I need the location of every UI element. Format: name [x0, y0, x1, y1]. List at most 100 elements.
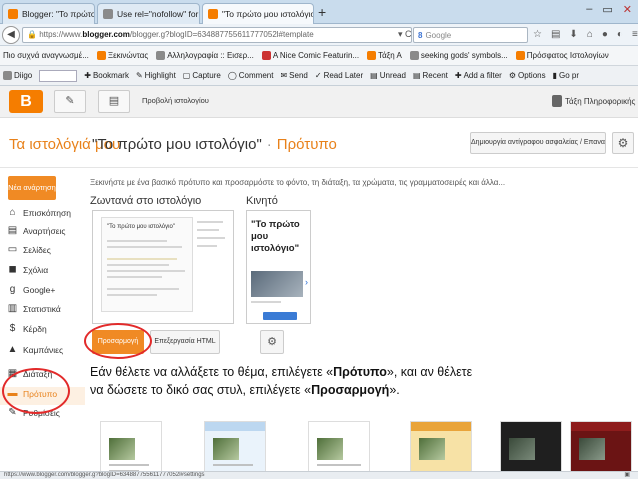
minimize-icon[interactable]: – — [586, 3, 592, 16]
diigo-button[interactable]: Diigo — [3, 71, 32, 80]
recent-button[interactable]: ▤ Recent — [413, 71, 448, 80]
read-later-button[interactable]: ✓ Read Later — [315, 71, 363, 80]
search-box[interactable]: 8 Google — [413, 27, 528, 43]
highlight-button[interactable]: ✎ Highlight — [136, 71, 176, 80]
comic-favicon-icon — [261, 51, 271, 60]
document-icon: ▤ — [108, 95, 120, 107]
back-button[interactable]: ◀ — [2, 26, 20, 44]
pencil-icon: ✎ — [65, 95, 75, 107]
options-button[interactable]: ⚙ Options — [509, 71, 546, 80]
title-separator: · — [266, 136, 272, 153]
send-icon: ✉ — [280, 71, 288, 80]
bookmark-button[interactable]: ✚ Bookmark — [84, 71, 129, 80]
reload-icon[interactable]: ▾ C — [398, 29, 412, 40]
tab-template[interactable]: "Το πρώτο μου ιστολόγιο" × — [202, 3, 314, 24]
unread-button[interactable]: ▤ Unread — [370, 71, 406, 80]
options-icon: ⚙ — [508, 71, 517, 80]
tab-blogger[interactable]: Blogger: "Το πρώτο μου ι... × — [2, 3, 95, 24]
blogger-app-bar: B ✎ ▤ Προβολή ιστολογίου Τάξη Πληροφορικ… — [0, 86, 638, 118]
mobile-preview-title: "Το πρώτο μου ιστολόγιο" — [251, 219, 300, 254]
sidebar-item-google-plus[interactable]: g Google+ — [7, 284, 56, 295]
unread-icon: ▤ — [370, 71, 378, 80]
comment-icon: ◯ — [227, 71, 237, 80]
add-filter-button[interactable]: ✚ Add a filter — [455, 71, 502, 80]
sidebar-item-stats[interactable]: ▥ Στατιστικά — [7, 303, 61, 314]
highlight-circle-template — [2, 368, 70, 414]
highlighter-icon: ✎ — [135, 71, 143, 80]
clipboard-icon[interactable]: ▤ — [551, 29, 560, 40]
bookmark-item[interactable]: Αλληλογραφία :: Εισερ... — [156, 51, 254, 60]
addon-icon[interactable]: ● — [602, 29, 608, 40]
new-post-button[interactable]: Νέα ανάρτηση — [8, 176, 56, 200]
edit-html-button[interactable]: Επεξεργασία HTML — [150, 330, 220, 354]
status-bar: https://www.blogger.com/blogger.g?blogID… — [0, 471, 638, 479]
close-window-icon[interactable]: ✕ — [623, 3, 632, 16]
page-header: Τα ιστολόγιά μου "Το πρώτο μου ιστολόγιο… — [0, 118, 638, 168]
mobile-settings-button[interactable]: ⚙ — [260, 330, 284, 354]
go-pro-button[interactable]: ▮ Go pr — [553, 71, 579, 80]
url-path: /blogger.g?blogID=634887755611777052l#te… — [129, 30, 314, 39]
bookmark-item[interactable]: Πρόσφατος Ιστολογίων — [515, 51, 609, 60]
tab-label: Blogger: "Το πρώτο μου ι... — [22, 9, 95, 19]
settings-gear-button[interactable]: ⚙ — [612, 132, 634, 154]
sidebar-item-comments[interactable]: ◼ Σχόλια — [7, 264, 48, 275]
bookmark-item[interactable]: A Nice Comic Featurin... — [261, 51, 359, 60]
live-blog-heading: Ζωντανά στο ιστολόγιο — [90, 195, 202, 207]
comment-button[interactable]: ◯ Comment — [228, 71, 274, 80]
home-icon: ⌂ — [9, 207, 16, 218]
instruction-caption: Εάν θέλετε να αλλάξετε το θέμα, επιλέγετ… — [90, 362, 485, 401]
status-url: https://www.blogger.com/blogger.g?blogID… — [4, 472, 205, 478]
bookmark-item[interactable]: seeking gods' symbols... — [409, 51, 508, 60]
sidebar-item-overview[interactable]: ⌂ Επισκόπηση — [7, 207, 71, 218]
download-icon[interactable]: ⬇ — [569, 29, 577, 40]
capture-icon: ▢ — [182, 71, 191, 80]
read-later-icon: ✓ — [314, 71, 322, 80]
address-bar[interactable]: 🔒 https://www.blogger.com/blogger.g?blog… — [22, 27, 412, 43]
menu-icon[interactable]: ≡ — [632, 29, 638, 40]
browser-tab-strip: Blogger: "Το πρώτο μου ι... × Use rel="n… — [0, 0, 638, 24]
new-tab-button[interactable]: + — [318, 4, 326, 20]
view-blog-button[interactable]: Προβολή ιστολογίου — [142, 96, 209, 105]
account-menu[interactable]: Τάξη Πληροφορικής — [552, 95, 635, 107]
sidebar-item-campaigns[interactable]: ▲ Καμπάνιες — [7, 344, 64, 355]
sidebar-item-pages[interactable]: ▭ Σελίδες — [7, 244, 51, 255]
pages-icon: ▭ — [7, 244, 18, 255]
sidebar-item-earnings[interactable]: $ Κέρδη — [7, 323, 47, 334]
bookmark-icon: ✚ — [84, 71, 91, 80]
blogger-logo-icon[interactable]: B — [9, 90, 43, 113]
blogger-favicon-icon — [367, 51, 377, 60]
sidebar: Νέα ανάρτηση ⌂ Επισκόπηση ▤ Αναρτήσεις ▭ Σε… — [0, 168, 85, 479]
maximize-icon[interactable]: ▭ — [602, 3, 612, 16]
live-template-preview[interactable]: "Το πρώτο μου ιστολόγιο" — [92, 210, 234, 324]
new-post-tool-button[interactable]: ✎ — [54, 90, 86, 113]
bookmark-item[interactable]: Πιο συχνά αναγνωσμέ... — [3, 51, 89, 60]
blogger-favicon-icon — [8, 9, 18, 19]
mobile-preview-image — [251, 271, 303, 297]
home-icon[interactable]: ⌂ — [587, 29, 593, 40]
bookmark-item[interactable]: Τάξη Α — [367, 51, 402, 60]
mobile-preview-button — [263, 312, 297, 320]
backup-restore-button[interactable]: Δημιουργία αντίγραφου ασφαλείας / Επαναφ… — [470, 132, 606, 154]
thumbnail-image — [419, 438, 445, 460]
bookmark-item[interactable]: Ξεκινώντας — [96, 51, 148, 60]
preview-sidebar — [197, 221, 227, 276]
gear-icon: ⚙ — [267, 336, 277, 348]
sidebar-item-posts[interactable]: ▤ Αναρτήσεις — [7, 225, 66, 236]
window-controls: – ▭ ✕ — [586, 3, 632, 16]
star-icon[interactable]: ☆ — [533, 29, 542, 40]
blogger-favicon-icon — [515, 51, 525, 60]
feedback-icon[interactable]: ▣ — [624, 472, 630, 479]
mobile-template-preview[interactable]: "Το πρώτο μου ιστολόγιο" › — [246, 210, 311, 324]
tab-nofollow[interactable]: Use rel="nofollow" for spe... × — [97, 3, 200, 24]
capture-button[interactable]: ▢ Capture — [183, 71, 221, 80]
thumbnail-image — [213, 438, 239, 460]
url-prefix: https://www. — [39, 30, 83, 39]
thumbnail-image — [509, 438, 535, 460]
gear-icon: ⚙ — [617, 136, 629, 150]
sync-icon[interactable]: ◐ — [617, 29, 623, 40]
thumbnail-image — [317, 438, 343, 460]
posts-tool-button[interactable]: ▤ — [98, 90, 130, 113]
mobile-heading: Κινητό — [246, 195, 278, 207]
diigo-search-input[interactable] — [39, 69, 78, 82]
send-button[interactable]: ✉ Send — [280, 71, 307, 80]
